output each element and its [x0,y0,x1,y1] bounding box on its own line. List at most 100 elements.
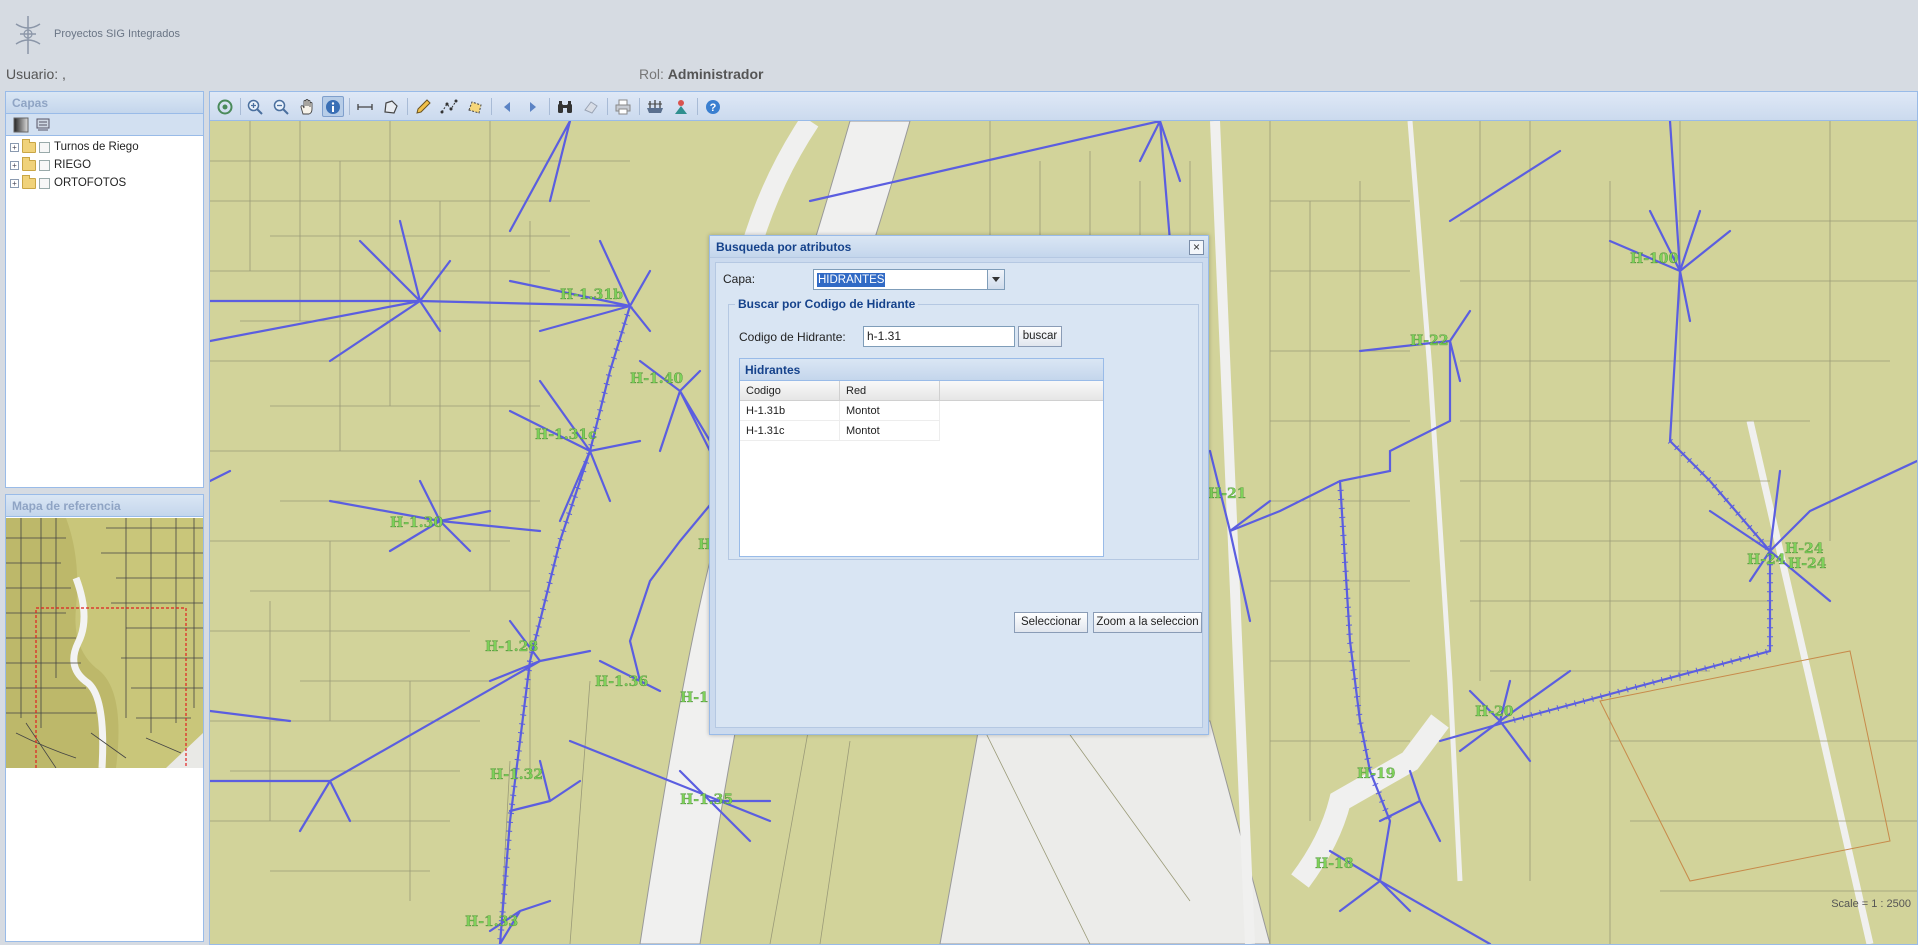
table-row[interactable]: H-1.31b Montot [740,401,940,421]
grid-title: Hidrantes [740,359,1103,381]
hydrant-label: H-1.31b [560,287,623,303]
folder-icon [22,174,36,189]
draw-line-icon [440,99,458,113]
codigo-input[interactable]: h-1.31 [863,326,1015,347]
hydrant-label: H-24 [1785,541,1824,557]
zoom-out-icon [273,99,289,115]
reference-map-title: Mapa de referencia [6,495,203,517]
find-binoculars-icon [558,100,572,113]
layer-tree-item[interactable]: + ORTOFOTOS [10,174,203,192]
hydrants-grid: Hidrantes Codigo Red H-1.31b Montot H-1.… [739,358,1104,557]
draw-polygon-button[interactable] [464,96,486,117]
layers-tool-button[interactable] [644,96,666,117]
clear-selection-icon [584,100,598,114]
info-button[interactable] [322,96,344,117]
hydrant-label: H-1.31c [535,427,597,443]
reference-map[interactable] [6,518,203,768]
print-icon [615,99,631,114]
expand-icon[interactable]: + [10,160,19,170]
layer-tree-item[interactable]: + RIEGO [10,156,203,174]
chevron-down-icon[interactable] [987,270,1004,289]
previous-extent-icon [504,101,510,112]
capa-label: Capa: [723,272,756,286]
attribute-search-dialog: Busqueda por atributos × Capa: HIDRANTES… [709,235,1209,735]
hydrant-label: H-24 [1788,556,1827,572]
measure-distance-button[interactable] [354,96,376,117]
zoom-extent-button[interactable] [214,96,236,117]
app-name: Proyectos SIG Integrados [54,28,180,40]
scale-indicator: Scale = 1 : 2500 [1831,898,1911,910]
layer-config-icon[interactable] [35,117,51,133]
role-label: Rol: Administrador [639,66,763,82]
layers-toolbar [6,114,203,136]
codigo-label: Codigo de Hidrante: [739,330,846,344]
hydrant-label: H-1.28 [485,639,538,655]
role-value: Administrador [667,66,764,82]
draw-pencil-icon [416,98,431,114]
role-label-text: Rol: [639,66,664,82]
folder-icon [22,156,36,171]
draw-line-button[interactable] [438,96,460,117]
table-row[interactable]: H-1.31c Montot [740,421,940,441]
cell-codigo: H-1.31b [740,401,840,421]
buscar-button[interactable]: buscar [1018,326,1062,347]
capa-select[interactable]: HIDRANTES [813,269,1005,290]
zoom-to-selection-button[interactable]: Zoom a la seleccion [1093,612,1202,633]
layer-checkbox[interactable] [39,159,50,171]
layer-label: ORTOFOTOS [54,177,127,189]
help-icon: ? [706,99,720,114]
layers-panel-title: Capas [6,92,203,114]
close-icon[interactable]: × [1189,240,1204,255]
capa-select-value: HIDRANTES [817,273,886,287]
help-button[interactable]: ? [702,96,724,117]
toolbar-separator [491,98,492,115]
hydrant-label: H-100 [1630,251,1679,267]
measure-area-button[interactable] [380,96,402,117]
hydrant-label: H-24 [1747,552,1786,568]
grid-header: Codigo Red [740,381,1103,401]
user-location-button[interactable] [670,96,692,117]
print-button[interactable] [612,96,634,117]
clear-selection-button[interactable] [580,96,602,117]
previous-extent-button[interactable] [496,96,518,117]
cell-red: Montot [840,421,940,441]
reference-map-panel: Mapa de referencia [5,494,204,942]
toolbar-separator [639,98,640,115]
hydrant-label: H-1.33 [465,914,518,930]
seleccionar-button[interactable]: Seleccionar [1014,612,1088,633]
column-header-codigo[interactable]: Codigo [740,381,840,401]
zoom-out-button[interactable] [270,96,292,117]
zoom-in-icon [247,99,263,115]
expand-icon[interactable]: + [10,142,19,152]
find-button[interactable] [554,96,576,117]
legend-gradient-icon[interactable] [13,117,29,133]
hydrant-label: H-1.40 [630,371,683,387]
layer-tree-item[interactable]: + Turnos de Riego [10,138,203,156]
user-label: Usuario: , [6,66,66,82]
hydrant-label: H-19 [1357,766,1396,782]
next-extent-button[interactable] [522,96,544,117]
hydrant-label: H-1.36 [595,674,648,690]
measure-area-icon [384,99,398,114]
column-header-red[interactable]: Red [840,381,940,401]
cell-codigo: H-1.31c [740,421,840,441]
measure-distance-icon [357,103,373,110]
layers-panel: Capas + Turnos de Riego + RIEGO + ORTOFO [5,91,204,488]
layer-checkbox[interactable] [39,141,50,153]
pan-button[interactable] [296,96,318,117]
dialog-title: Busqueda por atributos [710,236,1208,258]
hydrant-label: H-21 [1208,486,1247,502]
draw-polygon-icon [468,100,482,114]
layer-checkbox[interactable] [39,177,50,189]
next-extent-icon [530,101,536,112]
zoom-in-button[interactable] [244,96,266,117]
user-location-icon [675,99,687,114]
expand-icon[interactable]: + [10,178,19,188]
logo-icon [15,16,41,54]
dialog-body: Capa: HIDRANTES Buscar por Codigo de Hid… [715,262,1203,728]
toolbar-separator [697,98,698,115]
toolbar-separator [407,98,408,115]
app-header: Proyectos SIG Integrados Usuario: , Rol:… [0,0,1918,90]
zoom-extent-icon [217,99,233,114]
draw-point-button[interactable] [412,96,434,117]
